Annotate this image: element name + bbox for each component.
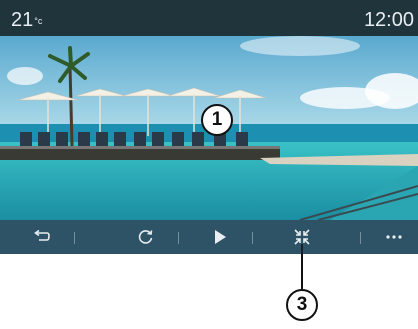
callout-1: 1: [201, 104, 233, 136]
callout-3: 3: [286, 289, 318, 321]
media-control-bar: [0, 220, 418, 254]
control-separator: [178, 232, 179, 244]
back-arrow-icon: [34, 230, 50, 241]
more-options-icon: [386, 235, 402, 239]
fullscreen-button[interactable]: [282, 220, 322, 254]
control-separator: [74, 232, 75, 244]
fullscreen-toggle-icon: [294, 229, 310, 245]
more-options-button[interactable]: [374, 220, 414, 254]
rotate-icon: [138, 230, 153, 244]
control-separator: [360, 232, 361, 244]
control-separator: [252, 232, 253, 244]
back-button[interactable]: [22, 220, 62, 254]
clock: 12:00: [363, 9, 414, 31]
temperature-readout: 21°c: [11, 9, 43, 31]
status-bar: 21°c 12:00: [0, 0, 418, 36]
play-button[interactable]: [200, 220, 240, 254]
rotate-button[interactable]: [126, 220, 166, 254]
play-icon: [215, 230, 226, 244]
